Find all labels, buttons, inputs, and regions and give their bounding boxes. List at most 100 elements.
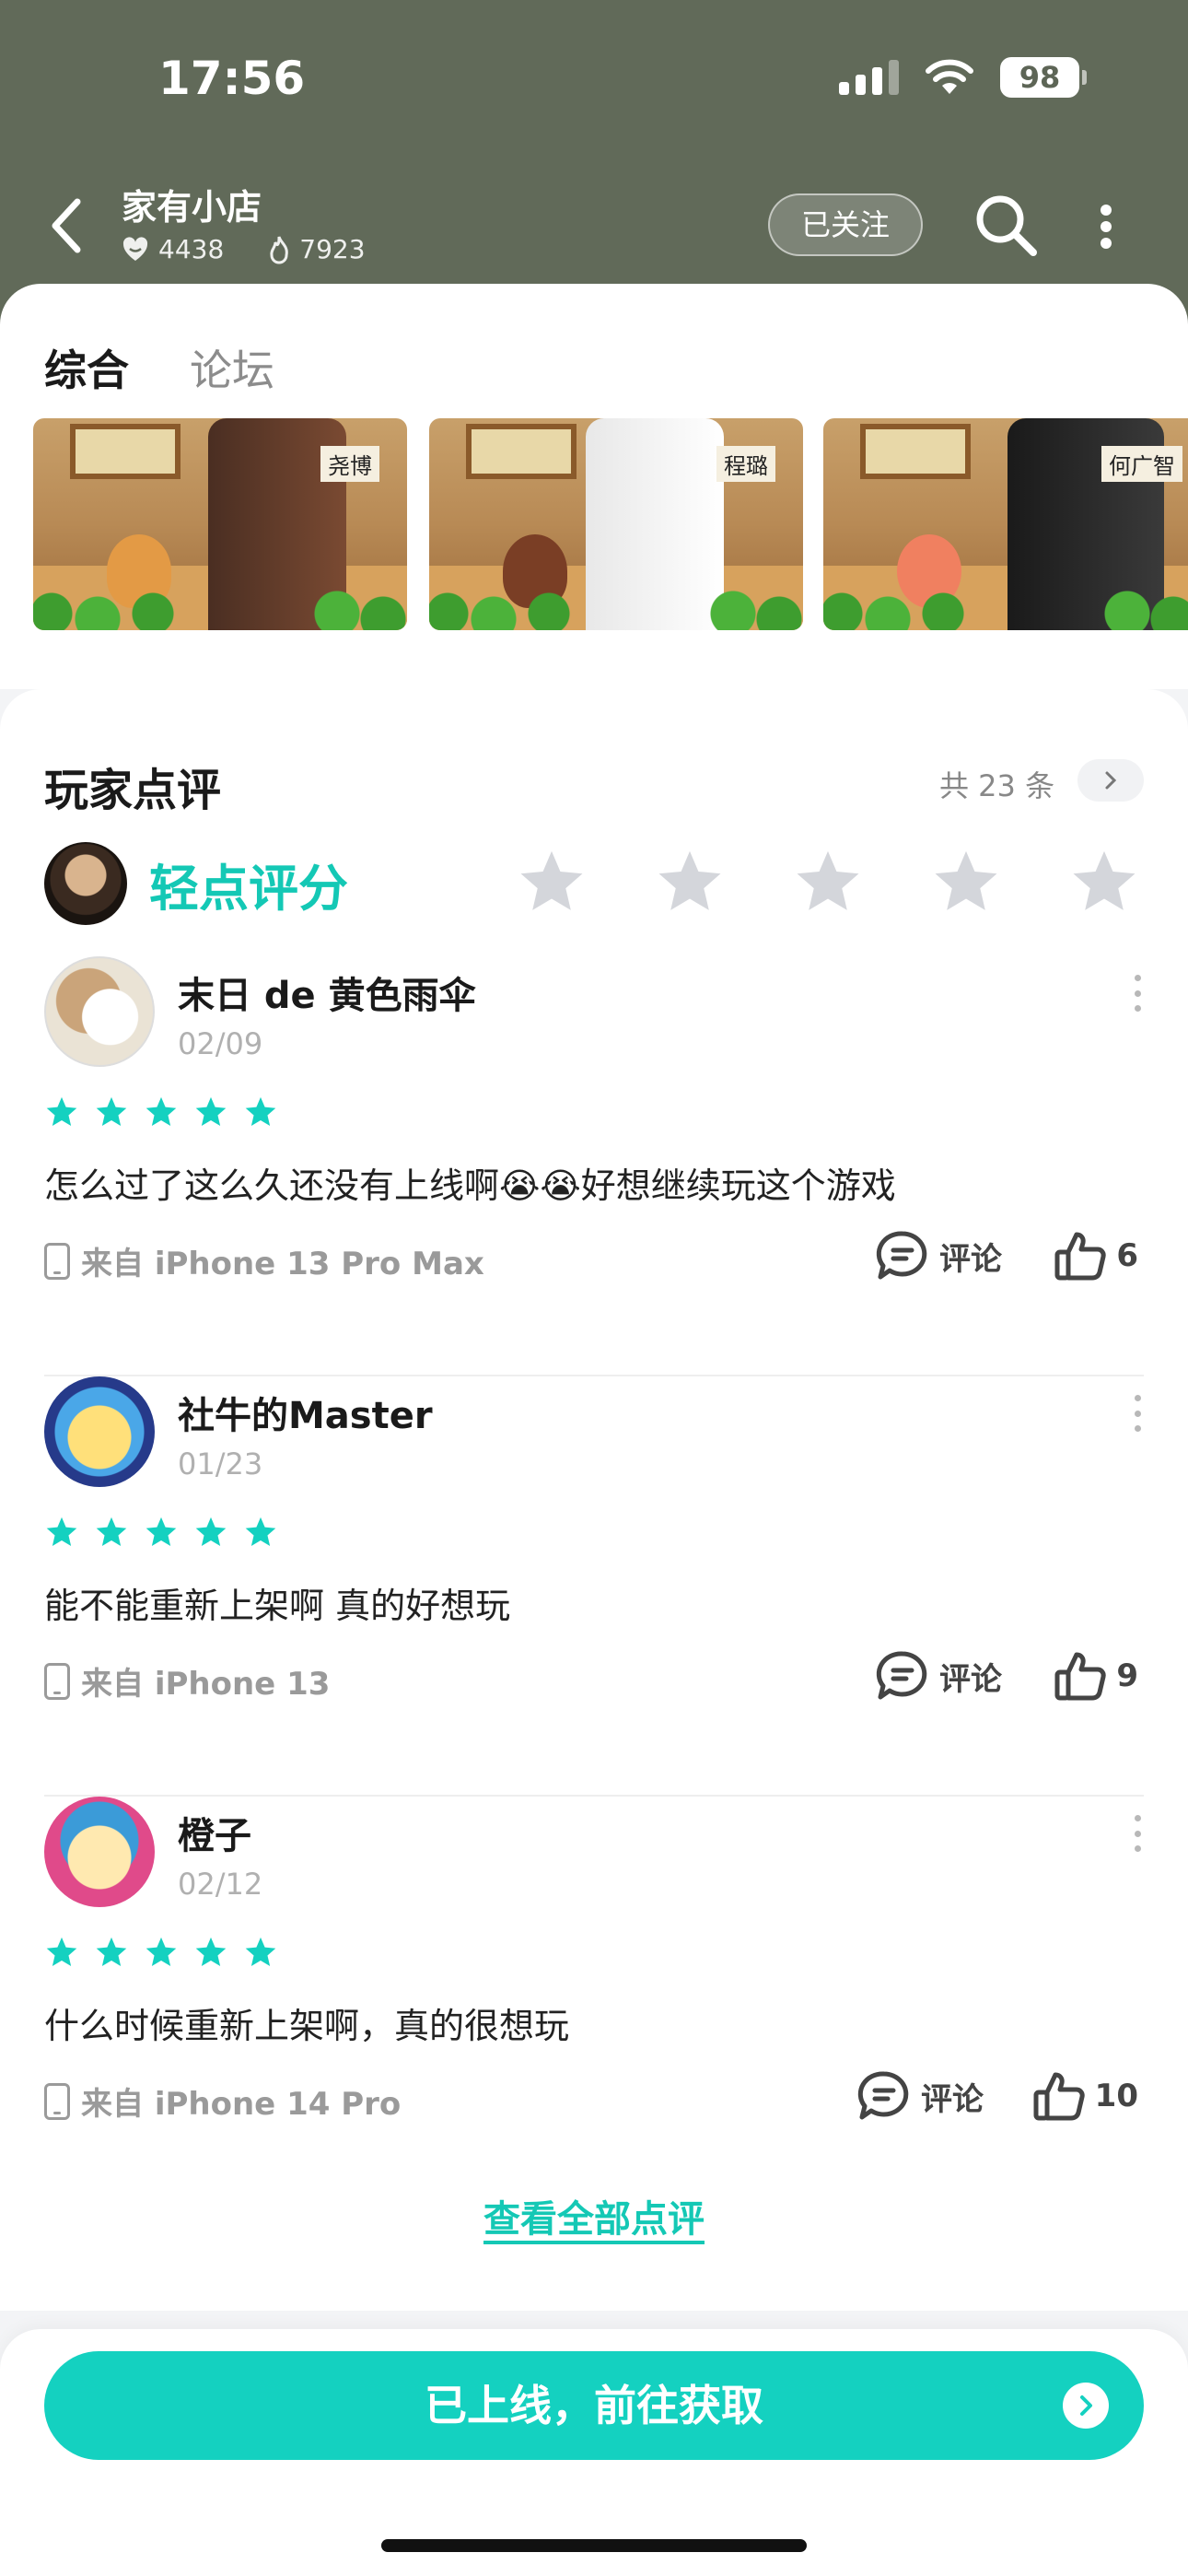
banner-card[interactable]: 尧博 xyxy=(33,418,407,630)
device-label: 来自 iPhone 13 Pro Max xyxy=(81,1246,484,1282)
status-icons: 98 xyxy=(839,57,1087,98)
star-filled-icon xyxy=(46,1096,77,1127)
banner-sign: 尧博 xyxy=(320,446,379,482)
star-empty-icon[interactable] xyxy=(792,846,864,918)
star-filled-icon xyxy=(195,1096,227,1127)
home-indicator xyxy=(381,2539,807,2552)
shop-name: 家有小店 xyxy=(122,187,262,228)
comment-button[interactable]: 评论 xyxy=(875,1229,1002,1282)
heart-icon xyxy=(122,236,148,261)
like-button[interactable]: 10 xyxy=(1032,2069,1138,2123)
chevron-right-icon[interactable] xyxy=(1077,759,1144,802)
avatar[interactable] xyxy=(44,956,155,1067)
thumbs-up-icon xyxy=(1054,1232,1107,1281)
comment-label: 评论 xyxy=(939,1660,1002,1698)
app-header: 17:56 98 家有小店 4438 7923 已关注 xyxy=(0,0,1188,332)
comment-label: 评论 xyxy=(921,2080,984,2118)
review-text: 能不能重新上架啊 真的好想玩 xyxy=(44,1586,511,1626)
review-stars xyxy=(44,1935,278,1970)
review-device: 来自 iPhone 13 xyxy=(44,1658,330,1704)
comment-button[interactable]: 评论 xyxy=(875,1649,1002,1703)
phone-icon xyxy=(44,1662,70,1700)
follow-button[interactable]: 已关注 xyxy=(768,193,923,256)
review-item[interactable]: 末日 de 黄色雨伞 02/09 怎么过了这么久还没有上线啊😭😭好想继续玩这个游… xyxy=(44,956,1144,1376)
heat-count: 7923 xyxy=(299,234,366,264)
review-text: 什么时候重新上架啊，真的很想玩 xyxy=(44,2006,570,2046)
content-panel: 综合 论坛 尧博 程璐 何广智 xyxy=(0,284,1188,689)
tap-to-rate-label: 轻点评分 xyxy=(149,860,348,918)
star-filled-icon xyxy=(195,1937,227,1967)
star-filled-icon xyxy=(146,1516,177,1547)
thumbs-up-icon xyxy=(1054,1652,1107,1701)
star-filled-icon xyxy=(146,1937,177,1967)
like-button[interactable]: 6 xyxy=(1054,1229,1138,1282)
see-all-reviews-link[interactable]: 查看全部点评 xyxy=(0,2189,1188,2242)
more-options-icon[interactable] xyxy=(1135,1815,1144,1852)
like-count: 6 xyxy=(1116,1237,1138,1274)
search-icon[interactable] xyxy=(971,190,1041,260)
star-filled-icon xyxy=(245,1096,276,1127)
chevron-right-icon xyxy=(1063,2383,1109,2429)
review-count[interactable]: 共 23 条 xyxy=(939,763,1054,805)
review-stars xyxy=(44,1515,278,1550)
wifi-icon xyxy=(926,59,973,94)
banner-sign: 程璐 xyxy=(716,446,775,482)
star-filled-icon xyxy=(146,1096,177,1127)
phone-icon xyxy=(44,2082,70,2120)
tab-forum[interactable]: 论坛 xyxy=(190,337,274,398)
review-date: 01/23 xyxy=(178,1446,263,1481)
comment-icon xyxy=(857,2071,909,2120)
review-item[interactable]: 社牛的Master 01/23 能不能重新上架啊 真的好想玩 来自 iPhone… xyxy=(44,1376,1144,1797)
star-filled-icon xyxy=(46,1516,77,1547)
more-options-icon[interactable] xyxy=(1135,1395,1144,1432)
comment-button[interactable]: 评论 xyxy=(856,2069,984,2123)
review-device: 来自 iPhone 14 Pro xyxy=(44,2078,401,2124)
banner-sign: 何广智 xyxy=(1101,446,1182,482)
reviewer-name[interactable]: 橙子 xyxy=(178,1806,251,1859)
see-all-reviews-label[interactable]: 查看全部点评 xyxy=(483,2198,705,2241)
likes-count: 4438 xyxy=(158,234,225,264)
avatar[interactable] xyxy=(44,1797,155,1907)
rating-input[interactable] xyxy=(516,846,1140,918)
more-options-icon[interactable] xyxy=(1135,975,1144,1012)
star-empty-icon[interactable] xyxy=(930,846,1002,918)
comment-label: 评论 xyxy=(939,1240,1002,1278)
banner-card[interactable]: 何广智 xyxy=(823,418,1188,630)
status-time: 17:56 xyxy=(158,52,306,105)
device-label: 来自 iPhone 14 Pro xyxy=(81,2086,402,2123)
like-count: 10 xyxy=(1094,2078,1138,2114)
reviewer-name[interactable]: 末日 de 黄色雨伞 xyxy=(178,966,476,1019)
review-date: 02/12 xyxy=(178,1867,263,1902)
star-filled-icon xyxy=(96,1096,127,1127)
comment-icon xyxy=(876,1231,927,1280)
like-button[interactable]: 9 xyxy=(1054,1649,1138,1703)
get-app-label: 已上线，前往获取 xyxy=(425,2381,763,2430)
star-filled-icon xyxy=(245,1937,276,1967)
star-filled-icon xyxy=(96,1937,127,1967)
player-reviews-section: 玩家点评 共 23 条 轻点评分 末日 de 黄色雨伞 02/09 怎么过了这么… xyxy=(0,689,1188,2311)
review-device: 来自 iPhone 13 Pro Max xyxy=(44,1238,484,1283)
review-item[interactable]: 橙子 02/12 什么时候重新上架啊，真的很想玩 来自 iPhone 14 Pr… xyxy=(44,1797,1144,2217)
more-menu-button[interactable] xyxy=(1092,197,1120,256)
star-empty-icon[interactable] xyxy=(654,846,726,918)
flame-icon xyxy=(270,235,289,263)
device-label: 来自 iPhone 13 xyxy=(81,1666,331,1703)
like-count: 9 xyxy=(1116,1657,1138,1694)
review-date: 02/09 xyxy=(178,1026,263,1061)
banner-card[interactable]: 程璐 xyxy=(429,418,803,630)
section-title: 玩家点评 xyxy=(44,765,222,816)
shop-stats: 4438 7923 xyxy=(122,234,366,264)
tab-overview-label: 综合 xyxy=(44,345,129,395)
get-app-button[interactable]: 已上线，前往获取 xyxy=(44,2351,1144,2460)
avatar[interactable] xyxy=(44,1376,155,1487)
review-stars xyxy=(44,1095,278,1130)
star-filled-icon xyxy=(46,1937,77,1967)
phone-icon xyxy=(44,1242,70,1280)
reviewer-name[interactable]: 社牛的Master xyxy=(178,1386,433,1439)
star-filled-icon xyxy=(96,1516,127,1547)
comment-icon xyxy=(876,1651,927,1700)
star-empty-icon[interactable] xyxy=(516,846,588,918)
back-button[interactable] xyxy=(41,189,96,263)
tab-overview[interactable]: 综合 xyxy=(44,337,129,398)
star-empty-icon[interactable] xyxy=(1068,846,1140,918)
